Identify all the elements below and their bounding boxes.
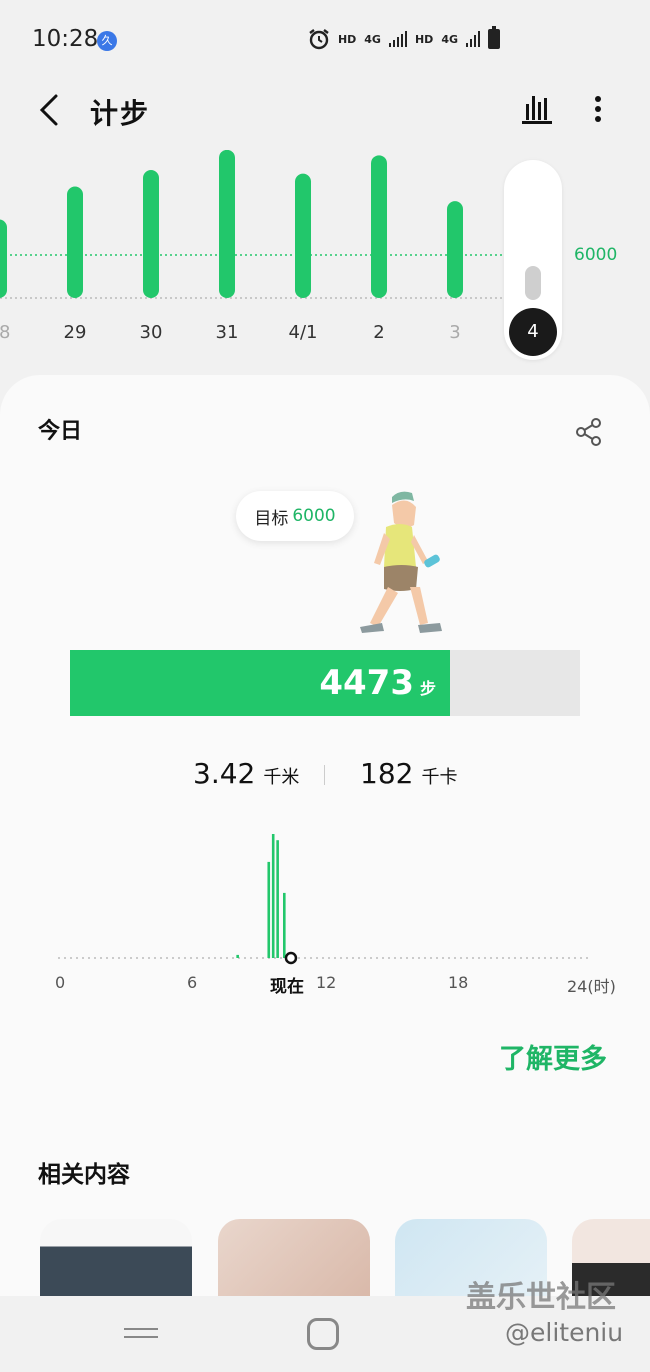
more-vertical-icon[interactable] — [588, 94, 608, 124]
distance-metric: 3.42 千米 — [193, 757, 299, 790]
learn-more-link[interactable]: 了解更多 — [499, 1037, 607, 1076]
battery-icon — [488, 26, 500, 49]
walker-illustration — [360, 491, 442, 633]
week-bar-28[interactable] — [0, 219, 7, 299]
day-label-4-1[interactable]: 4/1 — [273, 322, 333, 343]
selected-day-label: 4 — [509, 308, 557, 356]
hour-label-18: 18 — [448, 973, 469, 992]
related-content-card-2[interactable] — [218, 1219, 370, 1305]
goal-bubble-label: 目标 — [254, 508, 289, 529]
week-bar-30[interactable] — [143, 170, 159, 298]
hour-label-6: 6 — [187, 973, 198, 992]
app-notification-icon: 久 — [97, 31, 117, 51]
today-card: 今日 目标 6000 4473 步 3.42 千米 182 千卡 0 6 现在 … — [0, 375, 650, 1305]
page-title: 计步 — [90, 97, 151, 130]
day-label-2[interactable]: 2 — [349, 322, 409, 343]
week-bar-2[interactable] — [371, 155, 387, 298]
network-label-1: 4G — [364, 32, 381, 46]
now-marker — [284, 951, 298, 965]
status-icons: HD 4G HD 4G — [308, 26, 500, 50]
selected-day-bar — [525, 266, 541, 300]
goal-bubble: 目标 6000 — [236, 491, 354, 541]
bar-chart-icon[interactable] — [520, 94, 554, 124]
back-button[interactable] — [34, 92, 66, 128]
today-title: 今日 — [38, 419, 83, 444]
hourly-step-chart: 0 6 现在 12 18 24(时) — [0, 825, 650, 1005]
share-icon[interactable] — [574, 417, 604, 447]
home-button[interactable] — [307, 1318, 339, 1350]
day-label-28[interactable]: 28 — [0, 322, 29, 343]
week-bar-3[interactable] — [447, 201, 463, 298]
day-label-29[interactable]: 29 — [45, 322, 105, 343]
calories-value: 182 — [360, 757, 414, 790]
status-bar: 10:28 久 HD 4G HD 4G — [0, 0, 650, 80]
step-count: 4473 步 — [319, 663, 436, 703]
step-count-value: 4473 — [319, 663, 414, 703]
related-content-title: 相关内容 — [38, 1162, 130, 1188]
hd-label-1: HD — [337, 32, 357, 46]
week-bar-4-1[interactable] — [295, 173, 311, 298]
hour-bar-0 — [236, 954, 239, 958]
hour-bar-3 — [276, 840, 279, 958]
app-bar: 计步 — [0, 80, 650, 140]
distance-unit: 千米 — [263, 767, 300, 788]
network-label-2: 4G — [441, 32, 458, 46]
goal-line-label: 6000 — [574, 245, 618, 265]
step-progress-bar: 4473 步 — [70, 650, 580, 716]
hour-label-12: 12 — [316, 973, 337, 992]
hd-label-2: HD — [414, 32, 434, 46]
signal-icon-2 — [466, 31, 480, 47]
now-label: 现在 — [270, 977, 304, 997]
hour-bar-4 — [283, 892, 286, 958]
day-label-31[interactable]: 31 — [197, 322, 257, 343]
hour-bar-2 — [271, 834, 275, 958]
hourly-bars — [58, 834, 592, 965]
metric-divider — [324, 765, 325, 785]
week-bar-29[interactable] — [67, 186, 83, 299]
weekly-step-chart: 6000 28 29 30 31 4/1 23 4 — [0, 150, 650, 370]
calories-metric: 182 千卡 — [360, 757, 457, 790]
hour-bar-1 — [267, 861, 271, 958]
watermark-text: 盖乐世社区 — [466, 1280, 616, 1315]
related-content-card-1[interactable] — [40, 1219, 192, 1305]
calories-unit: 千卡 — [421, 767, 458, 788]
selected-day-pill[interactable]: 4 — [504, 160, 562, 360]
hour-label-0: 0 — [55, 973, 66, 992]
watermark-handle: @eliteniu — [505, 1318, 624, 1347]
step-count-unit: 步 — [419, 679, 436, 698]
metrics-row: 3.42 千米 182 千卡 — [0, 757, 650, 797]
distance-value: 3.42 — [193, 757, 256, 790]
signal-icon — [388, 31, 407, 47]
recent-apps-icon[interactable] — [124, 1326, 158, 1340]
day-label-3[interactable]: 3 — [425, 322, 485, 343]
status-time: 10:28 — [32, 26, 99, 52]
alarm-icon — [309, 29, 329, 50]
hour-label-24: 24(时) — [567, 977, 616, 996]
goal-bubble-value: 6000 — [292, 506, 336, 526]
day-label-30[interactable]: 30 — [121, 322, 181, 343]
week-bar-31[interactable] — [219, 150, 235, 298]
